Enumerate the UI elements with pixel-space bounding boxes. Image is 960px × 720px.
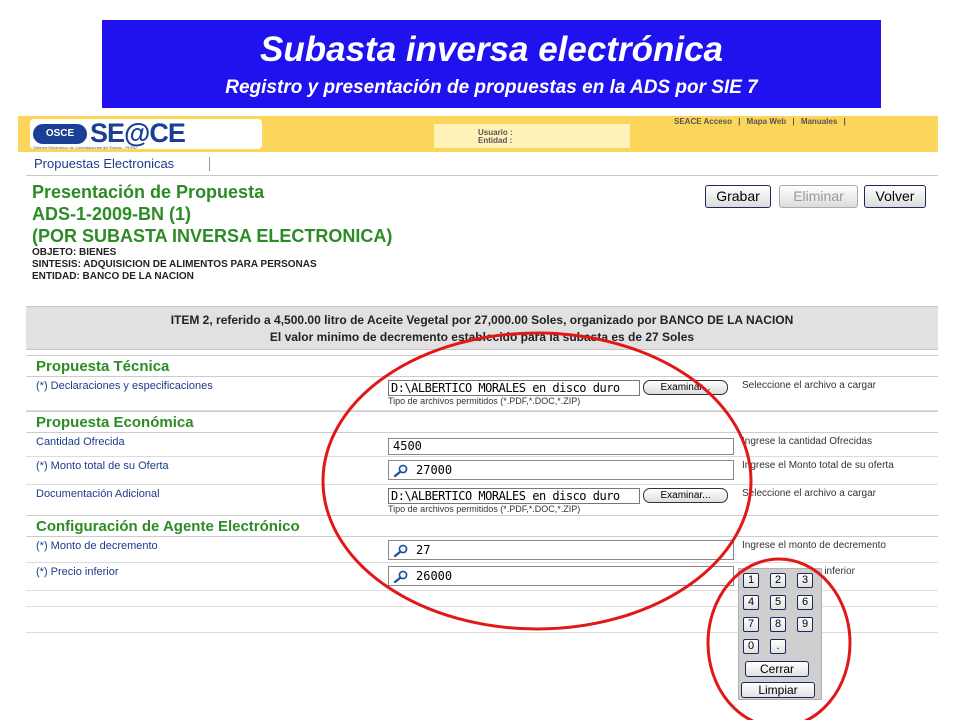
sintesis-text: SINTESIS: ADQUISICION DE ALIMENTOS PARA … — [32, 259, 317, 270]
monto-total-label: (*) Monto total de su Oferta — [36, 460, 169, 472]
declaraciones-hint: Seleccione el archivo a cargar — [742, 380, 876, 391]
user-info-box: Usuario : Entidad : — [434, 124, 630, 148]
keypad-cerrar-button[interactable]: Cerrar — [745, 661, 809, 677]
numeric-keypad: 1 2 3 4 5 6 7 8 9 0 . Cerrar Limpiar — [738, 568, 822, 700]
slide-banner: Subasta inversa electrónica Registro y p… — [102, 20, 881, 108]
keypad-limpiar-button[interactable]: Limpiar — [741, 682, 815, 698]
cantidad-hint: Ingrese la cantidad Ofrecidas — [742, 436, 873, 447]
row-declaraciones: (*) Declaraciones y especificaciones D:\… — [26, 377, 938, 411]
declaraciones-allowed-types: Tipo de archivos permitidos (*.PDF,*.DOC… — [388, 396, 581, 406]
documentacion-browse-button[interactable]: Examinar... — [643, 488, 728, 503]
process-mode: (POR SUBASTA INVERSA ELECTRONICA) — [32, 226, 393, 246]
seace-window: OSCE SE@CE Sistema Electrónico de Contra… — [18, 116, 938, 720]
key-7[interactable]: 7 — [743, 617, 759, 632]
precio-inferior-label: (*) Precio inferior — [36, 566, 119, 578]
precio-inferior-value: 26000 — [416, 569, 453, 583]
key-2[interactable]: 2 — [770, 573, 786, 588]
documentacion-hint: Seleccione el archivo a cargar — [742, 488, 876, 499]
slide-title: Subasta inversa electrónica — [260, 30, 723, 69]
entity-label: Entidad : — [478, 136, 513, 145]
magnifier-icon[interactable] — [393, 544, 409, 557]
key-5[interactable]: 5 — [770, 595, 786, 610]
key-0[interactable]: 0 — [743, 639, 759, 654]
main-content: Presentación de Propuesta ADS-1-2009-BN … — [26, 177, 938, 720]
item-min-decrement: El valor minimo de decremento establecid… — [269, 330, 695, 344]
decremento-value: 27 — [416, 543, 431, 557]
tab-propuestas-electronicas[interactable]: Propuestas Electronicas — [34, 156, 174, 171]
section-title: Propuesta Técnica — [36, 358, 170, 375]
documentacion-allowed-types: Tipo de archivos permitidos (*.PDF,*.DOC… — [388, 504, 581, 514]
key-8[interactable]: 8 — [770, 617, 786, 632]
section-title: Configuración de Agente Electrónico — [36, 518, 300, 535]
monto-total-value: 27000 — [416, 463, 453, 477]
key-1[interactable]: 1 — [743, 573, 759, 588]
nav-separator: | — [843, 117, 846, 126]
key-6[interactable]: 6 — [797, 595, 813, 610]
section-title: Propuesta Económica — [36, 414, 194, 431]
item-description: ITEM 2, referido a 4,500.00 litro de Ace… — [170, 313, 794, 327]
item-info-band: ITEM 2, referido a 4,500.00 litro de Ace… — [26, 306, 938, 350]
row-decremento: (*) Monto de decremento 27 Ingrese el mo… — [26, 537, 938, 563]
cantidad-label: Cantidad Ofrecida — [36, 436, 125, 448]
decremento-hint: Ingrese el monto de decremento — [742, 540, 886, 551]
section-propuesta-economica: Propuesta Económica — [26, 411, 938, 433]
section-propuesta-tecnica: Propuesta Técnica — [26, 355, 938, 377]
declaraciones-label: (*) Declaraciones y especificaciones — [36, 380, 213, 392]
top-nav: SEACE Acceso | Mapa Web | Manuales | — [674, 117, 850, 126]
nav-seace-acceso[interactable]: SEACE Acceso — [674, 117, 732, 126]
tab-separator — [209, 157, 210, 171]
key-3[interactable]: 3 — [797, 573, 813, 588]
seace-logo[interactable]: OSCE SE@CE Sistema Electrónico de Contra… — [30, 118, 262, 150]
row-monto-total: (*) Monto total de su Oferta 27000 Ingre… — [26, 457, 938, 485]
monto-total-hint: Ingrese el Monto total de su oferta — [742, 460, 894, 471]
key-dot[interactable]: . — [770, 639, 786, 654]
process-code: ADS-1-2009-BN (1) — [32, 204, 192, 224]
volver-button[interactable]: Volver — [864, 185, 926, 208]
nav-manuales[interactable]: Manuales — [801, 117, 837, 126]
cantidad-input[interactable]: 4500 — [388, 438, 734, 455]
declaraciones-browse-button[interactable]: Examinar... — [643, 380, 728, 395]
magnifier-icon[interactable] — [393, 464, 409, 477]
nav-separator: | — [792, 117, 795, 126]
row-documentacion: Documentación Adicional D:\ALBERTICO MOR… — [26, 485, 938, 519]
entidad-text: ENTIDAD: BANCO DE LA NACION — [32, 271, 194, 282]
key-9[interactable]: 9 — [797, 617, 813, 632]
nav-separator: | — [738, 117, 741, 126]
grabar-button[interactable]: Grabar — [705, 185, 771, 208]
key-4[interactable]: 4 — [743, 595, 759, 610]
precio-inferior-input[interactable]: 26000 — [388, 566, 734, 586]
objeto-text: OBJETO: BIENES — [32, 247, 117, 258]
app-header: OSCE SE@CE Sistema Electrónico de Contra… — [18, 116, 938, 152]
logo-osce: OSCE — [33, 124, 87, 144]
section-agente-electronico: Configuración de Agente Electrónico — [26, 515, 938, 537]
nav-mapa-web[interactable]: Mapa Web — [747, 117, 786, 126]
page-title: Presentación de Propuesta — [32, 182, 265, 202]
declaraciones-file-input[interactable]: D:\ALBERTICO MORALES en disco duro — [388, 380, 640, 396]
monto-total-input[interactable]: 27000 — [388, 460, 734, 480]
magnifier-icon[interactable] — [393, 570, 409, 583]
logo-subtitle: Sistema Electrónico de Contrataciones de… — [33, 145, 137, 150]
decremento-input[interactable]: 27 — [388, 540, 734, 560]
slide-subtitle: Registro y presentación de propuestas en… — [225, 77, 758, 98]
row-cantidad: Cantidad Ofrecida 4500 Ingrese la cantid… — [26, 433, 938, 457]
documentacion-file-input[interactable]: D:\ALBERTICO MORALES en disco duro — [388, 488, 640, 504]
page-heading: Presentación de Propuesta ADS-1-2009-BN … — [32, 181, 392, 283]
documentacion-label: Documentación Adicional — [36, 488, 160, 500]
tab-bar: Propuestas Electronicas — [26, 152, 938, 176]
decremento-label: (*) Monto de decremento — [36, 540, 158, 552]
eliminar-button[interactable]: Eliminar — [779, 185, 858, 208]
